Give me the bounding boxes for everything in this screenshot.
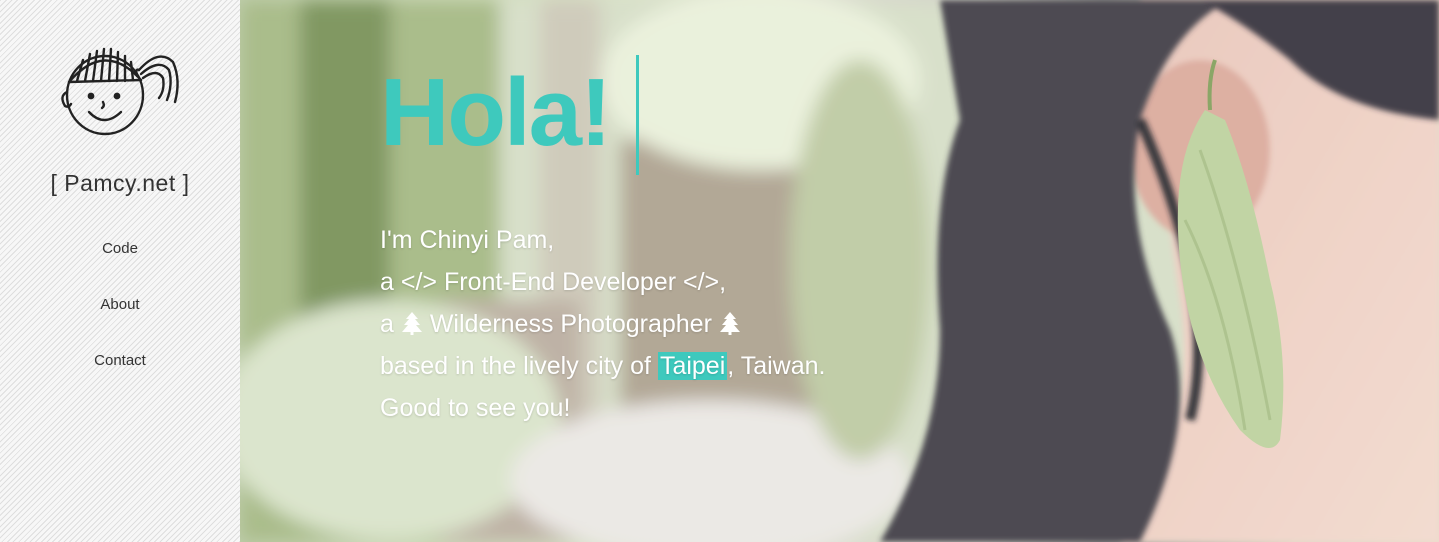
intro-line-developer: a </> Front-End Developer </>, bbox=[380, 261, 825, 303]
sidebar: [ Pamcy.net ] Code About Contact bbox=[0, 0, 240, 542]
city-highlight: Taipei bbox=[657, 352, 728, 380]
intro-prefix: a bbox=[380, 268, 394, 296]
code-tag-open: </> bbox=[400, 268, 438, 296]
hero-section: Hola! I'm Chinyi Pam, a </> Front-End De… bbox=[240, 0, 1439, 542]
photographer-role: Wilderness Photographer bbox=[429, 310, 712, 338]
site-name[interactable]: [ Pamcy.net ] bbox=[0, 170, 240, 197]
nav-item-code: Code bbox=[0, 238, 240, 294]
intro-line-photographer: a Wilderness Photographer bbox=[380, 303, 825, 345]
location-prefix: based in the lively city of bbox=[380, 352, 651, 380]
intro-line-location: based in the lively city of Taipei, Taiw… bbox=[380, 345, 825, 387]
intro-text: I'm Chinyi Pam, a </> Front-End Develope… bbox=[380, 219, 825, 429]
typing-caret bbox=[636, 55, 639, 175]
nav-item-about: About bbox=[0, 294, 240, 350]
intro-line-greeting: Good to see you! bbox=[380, 394, 571, 422]
location-suffix: , Taiwan. bbox=[727, 352, 826, 380]
page: [ Pamcy.net ] Code About Contact Hola! I… bbox=[0, 0, 1439, 542]
developer-role: Front-End Developer bbox=[443, 268, 677, 296]
headline: Hola! bbox=[380, 59, 612, 166]
nav-link-contact[interactable]: Contact bbox=[88, 350, 152, 371]
main-nav: Code About Contact bbox=[0, 238, 240, 406]
girl-face-icon[interactable] bbox=[55, 40, 185, 140]
nav-item-contact: Contact bbox=[0, 350, 240, 406]
intro-prefix: a bbox=[380, 310, 394, 338]
nav-link-code[interactable]: Code bbox=[96, 238, 144, 259]
intro-line-name: I'm Chinyi Pam, bbox=[380, 226, 555, 254]
nav-link-about[interactable]: About bbox=[94, 294, 145, 315]
code-tag-close: </>, bbox=[682, 268, 727, 296]
tree-icon bbox=[719, 312, 740, 335]
tree-icon bbox=[401, 312, 422, 335]
